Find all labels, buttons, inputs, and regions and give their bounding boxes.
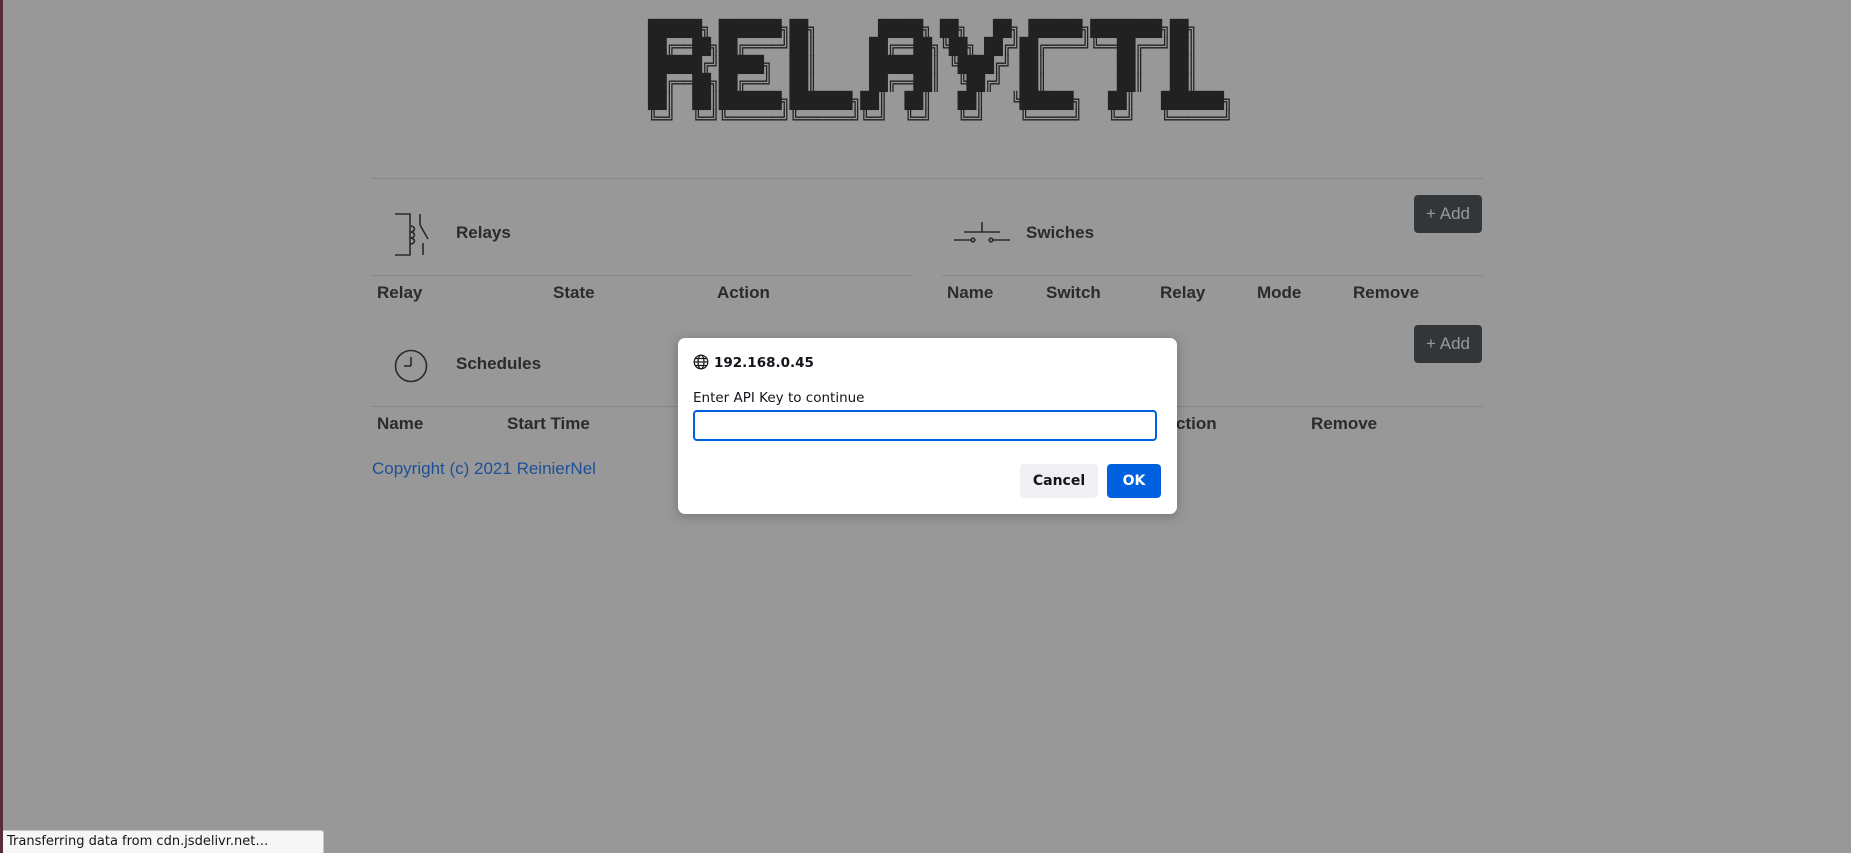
globe-icon <box>693 354 709 370</box>
status-bar: Transferring data from cdn.jsdelivr.net… <box>0 830 324 853</box>
dialog-origin: 192.168.0.45 <box>714 355 814 371</box>
dialog-message: Enter API Key to continue <box>693 390 865 406</box>
window-edge <box>0 0 3 853</box>
api-key-input[interactable] <box>693 410 1157 441</box>
browser-viewport: ██████╗ ███████╗██╗ █████╗ ██╗ ██╗ █████… <box>0 0 1851 853</box>
ok-button[interactable]: OK <box>1107 464 1161 498</box>
cancel-button[interactable]: Cancel <box>1020 464 1098 498</box>
api-key-prompt-dialog: 192.168.0.45 Enter API Key to continue C… <box>678 338 1177 514</box>
